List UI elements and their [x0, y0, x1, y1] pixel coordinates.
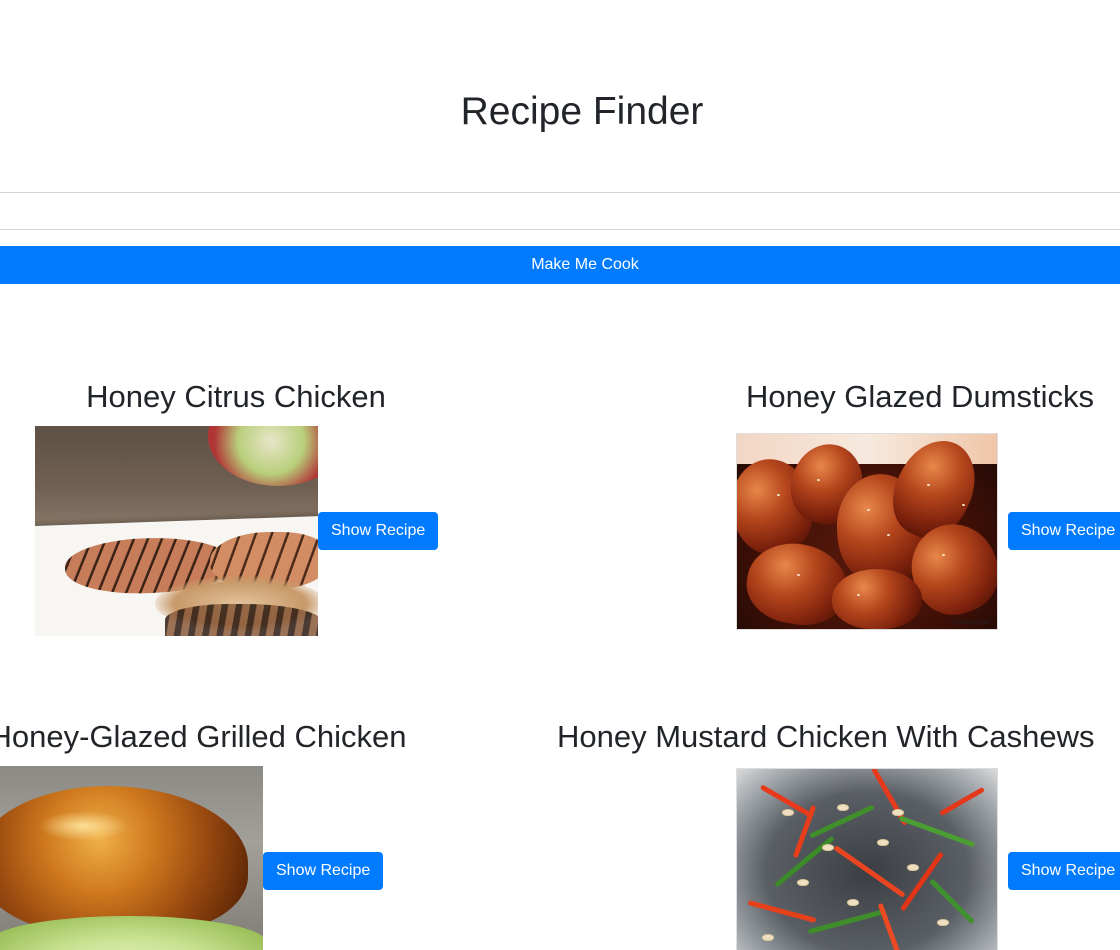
image-credit: Forfitness.net: [952, 620, 989, 626]
recipe-image: [35, 426, 318, 636]
recipe-image: [0, 766, 263, 950]
recipe-title: Honey-Glazed Grilled Chicken: [0, 719, 407, 754]
page-title: Recipe Finder: [460, 90, 704, 133]
recipe-title: Honey Mustard Chicken With Cashews: [557, 719, 1095, 754]
recipe-image: Forfitness.net: [736, 433, 998, 630]
show-recipe-button[interactable]: Show Recipe: [1008, 852, 1120, 890]
search-input[interactable]: [0, 192, 1120, 230]
page: Recipe Finder Make Me Cook Honey Citrus …: [0, 0, 1120, 950]
recipe-title: Honey Citrus Chicken: [86, 379, 386, 414]
recipe-image: [736, 768, 998, 950]
show-recipe-button[interactable]: Show Recipe: [318, 512, 439, 550]
show-recipe-button[interactable]: Show Recipe: [1008, 512, 1120, 550]
make-me-cook-button[interactable]: Make Me Cook: [0, 246, 1120, 284]
recipe-title: Honey Glazed Dumsticks: [746, 379, 1095, 414]
show-recipe-button[interactable]: Show Recipe: [263, 852, 384, 890]
